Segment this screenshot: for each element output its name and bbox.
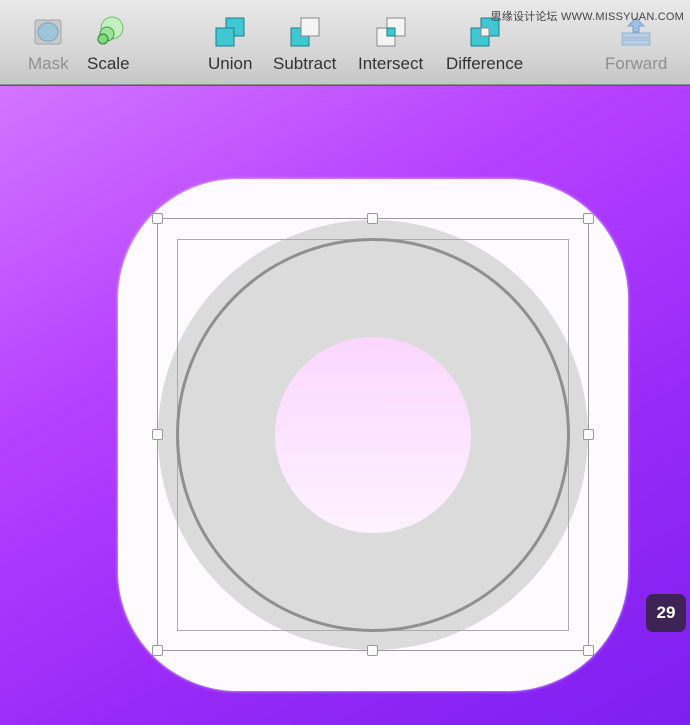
scale-icon [90, 14, 126, 50]
selection-box [157, 218, 589, 651]
resize-handle-bottom[interactable] [367, 645, 378, 656]
union-label: Union [208, 54, 253, 73]
page-number-badge: 29 [646, 594, 686, 632]
resize-handle-bottom-left[interactable] [152, 645, 163, 656]
mask-label: Mask [28, 54, 69, 73]
subtract-button[interactable]: Subtract [273, 14, 336, 74]
subtract-label: Subtract [273, 54, 337, 73]
resize-handle-top-left[interactable] [152, 213, 163, 224]
resize-handle-top-right[interactable] [583, 213, 594, 224]
subtract-icon [287, 14, 323, 50]
difference-label: Difference [446, 54, 524, 73]
mask-button[interactable]: Mask [28, 14, 69, 74]
resize-handle-bottom-right[interactable] [583, 645, 594, 656]
intersect-label: Intersect [358, 54, 424, 73]
forward-label: Forward [605, 54, 668, 73]
mask-icon [30, 14, 66, 50]
design-canvas[interactable] [0, 86, 690, 725]
union-button[interactable]: Union [208, 14, 252, 74]
intersect-icon [373, 14, 409, 50]
union-icon [212, 14, 248, 50]
toolbar: Mask Scale Union Subtract Intersect Diff… [0, 0, 690, 85]
resize-handle-left[interactable] [152, 429, 163, 440]
scale-label: Scale [87, 54, 130, 73]
resize-handle-right[interactable] [583, 429, 594, 440]
intersect-button[interactable]: Intersect [358, 14, 423, 74]
scale-button[interactable]: Scale [87, 14, 130, 74]
resize-handle-top[interactable] [367, 213, 378, 224]
watermark-text: 思缘设计论坛 WWW.MISSYUAN.COM [490, 11, 684, 23]
